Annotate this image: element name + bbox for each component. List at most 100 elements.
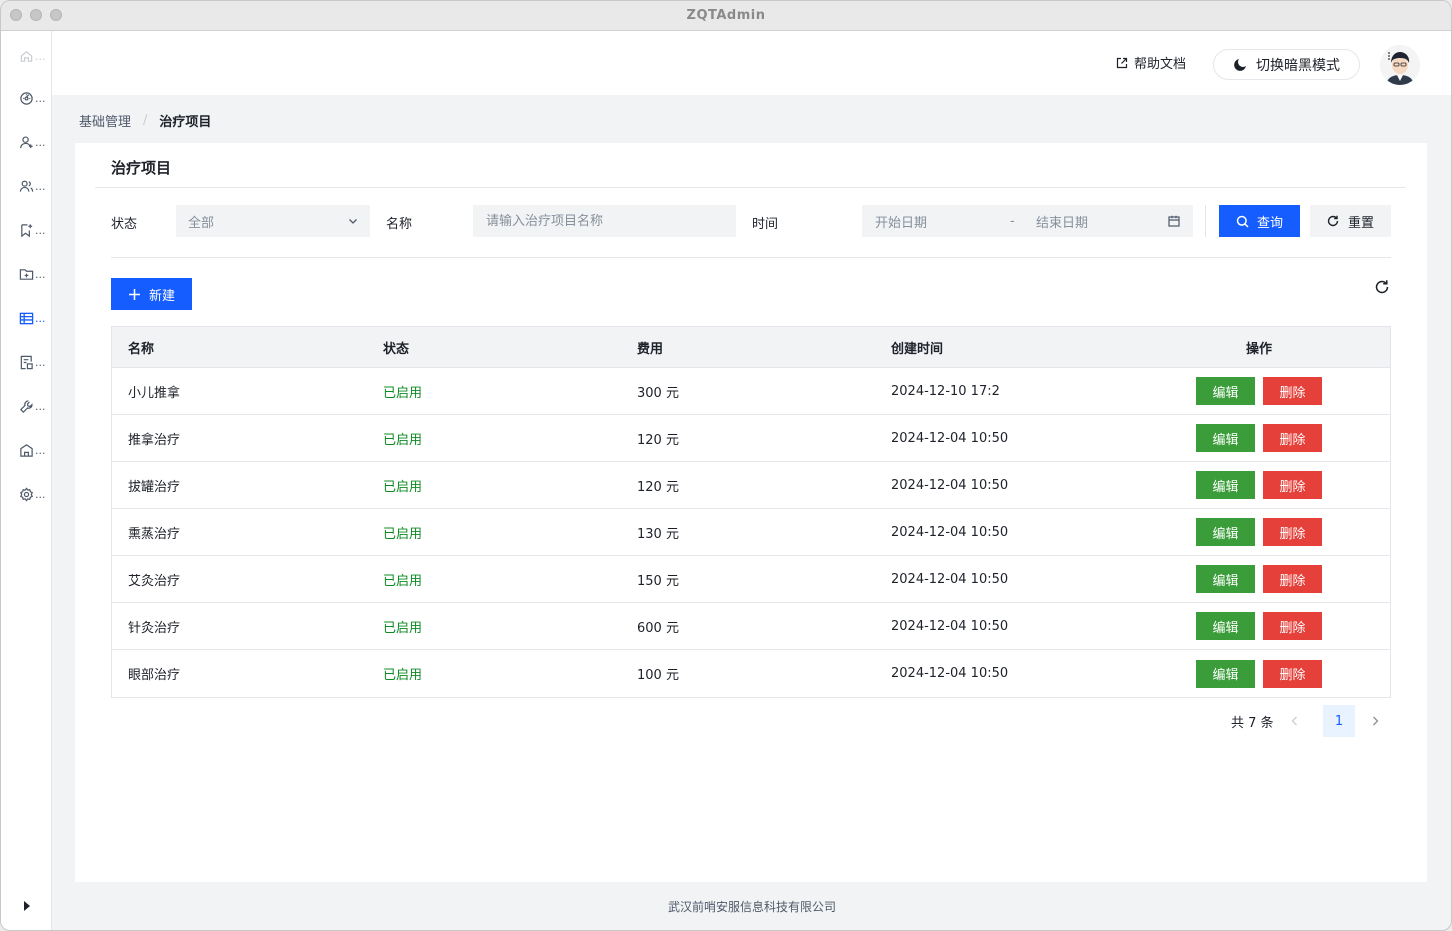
start-date-placeholder[interactable]: 开始日期: [875, 212, 927, 231]
breadcrumb-separator: /: [143, 113, 148, 128]
sidebar-item-dots: ...: [35, 179, 46, 193]
breadcrumb-parent[interactable]: 基础管理: [79, 111, 131, 130]
folder-add-icon: [19, 268, 34, 280]
table-header: 名称 状态 费用 创建时间 操作: [112, 327, 1390, 368]
column-header-created: 创建时间: [891, 341, 944, 357]
delete-button[interactable]: 删除: [1263, 612, 1322, 640]
row-name: 小儿推拿: [128, 385, 181, 401]
row-created-time: 2024-12-04 10:50: [891, 618, 1009, 634]
row-status: 已启用: [383, 573, 423, 589]
sidebar-item-dots: ...: [35, 91, 46, 105]
sidebar-item-form[interactable]: ...: [19, 352, 51, 372]
edit-button[interactable]: 编辑: [1196, 659, 1255, 688]
sidebar-item-bookmark[interactable]: ...: [19, 220, 51, 240]
row-created-time: 2024-12-04 10:50: [891, 571, 1009, 587]
pagination: 共 7 条 1: [1231, 705, 1379, 737]
sidebar-item-dots: ...: [35, 487, 46, 501]
edit-button[interactable]: 编辑: [1196, 612, 1255, 640]
row-fee: 600 元: [637, 620, 679, 636]
dark-mode-toggle-button[interactable]: 切换暗黑模式: [1213, 49, 1360, 80]
delete-button[interactable]: 删除: [1263, 471, 1322, 499]
row-fee: 100 元: [637, 668, 679, 683]
status-select[interactable]: 全部: [176, 205, 370, 237]
query-button[interactable]: 查询: [1219, 205, 1300, 237]
delete-button[interactable]: 删除: [1263, 518, 1322, 546]
sidebar-item-settings[interactable]: ...: [19, 484, 51, 504]
table-row: 针灸治疗 已启用 600 元 2024-12-04 10:50 编辑 删除: [112, 603, 1390, 650]
user-add-icon: [20, 135, 33, 148]
chevron-right-icon[interactable]: [1369, 715, 1381, 727]
sidebar-item-dots: ...: [35, 267, 46, 281]
table-row: 小儿推拿 已启用 300 元 2024-12-10 17:2 编辑 删除: [112, 368, 1390, 415]
refresh-table-icon[interactable]: [1374, 279, 1390, 295]
dashboard-icon: [20, 91, 33, 105]
chevron-left-icon[interactable]: [1289, 715, 1301, 727]
help-docs-link[interactable]: 帮助文档: [1116, 53, 1186, 72]
page-title: 治疗项目: [111, 159, 172, 177]
sidebar-item-dots: ...: [35, 223, 46, 237]
treatment-table: 名称 状态 费用 创建时间 操作 小儿推拿 已启用 300 元 2024-12-10 …: [111, 326, 1391, 698]
row-name: 推拿治疗: [128, 432, 181, 448]
sidebar-item-dots: ...: [35, 135, 46, 149]
user-avatar[interactable]: [1380, 45, 1420, 85]
name-search-input[interactable]: [473, 205, 736, 237]
delete-button[interactable]: 删除: [1263, 377, 1322, 405]
row-created-time: 2024-12-04 10:50: [891, 430, 1009, 446]
edit-button[interactable]: 编辑: [1196, 377, 1255, 405]
bookmark-add-icon: [21, 223, 33, 237]
date-range-picker[interactable]: 开始日期 - 结束日期: [862, 205, 1193, 237]
end-date-placeholder[interactable]: 结束日期: [1036, 212, 1088, 231]
new-item-button[interactable]: 新建: [111, 278, 192, 310]
delete-button[interactable]: 删除: [1263, 659, 1322, 688]
plus-icon: [128, 288, 140, 300]
refresh-icon: [1327, 215, 1339, 227]
breadcrumb: 基础管理 / 治疗项目: [79, 111, 211, 130]
row-created-time: 2024-12-04 10:50: [891, 477, 1009, 493]
edit-button[interactable]: 编辑: [1196, 518, 1255, 546]
sidebar: ... ... ... ... ... ... ... ... ... ... …: [1, 31, 52, 930]
sidebar-item-home[interactable]: ...: [19, 46, 51, 66]
search-icon: [1236, 215, 1249, 228]
row-status: 已启用: [383, 479, 423, 495]
sidebar-item-user-add[interactable]: ...: [19, 132, 51, 152]
users-icon: [19, 180, 34, 192]
form-icon: [20, 355, 33, 369]
sidebar-item-table[interactable]: ...: [19, 308, 51, 328]
sidebar-item-building[interactable]: ...: [19, 440, 51, 460]
table-row: 熏蒸治疗 已启用 130 元 2024-12-04 10:50 编辑 删除: [112, 509, 1390, 556]
time-filter-label: 时间: [752, 217, 779, 232]
table-row: 拔罐治疗 已启用 120 元 2024-12-04 10:50 编辑 删除: [112, 462, 1390, 509]
sidebar-item-users[interactable]: ...: [19, 176, 51, 196]
title-divider: [95, 187, 1406, 188]
settings-icon: [19, 486, 34, 502]
building-icon: [20, 443, 33, 457]
row-fee: 150 元: [637, 573, 679, 589]
sidebar-item-folder[interactable]: ...: [19, 264, 51, 284]
page-number-button[interactable]: 1: [1323, 705, 1355, 737]
filter-divider: [111, 257, 1391, 258]
sidebar-item-dashboard[interactable]: ...: [19, 88, 51, 108]
row-name: 眼部治疗: [128, 668, 181, 683]
help-docs-label: 帮助文档: [1134, 57, 1187, 72]
reset-button[interactable]: 重置: [1310, 205, 1391, 237]
home-icon: [20, 50, 33, 62]
row-name: 拔罐治疗: [128, 479, 181, 495]
column-header-fee: 费用: [637, 341, 664, 357]
expand-sidebar-icon[interactable]: [22, 900, 32, 912]
avatar-image: [1380, 45, 1420, 85]
sidebar-item-tool[interactable]: ...: [19, 396, 51, 416]
status-select-value: 全部: [188, 215, 215, 231]
edit-button[interactable]: 编辑: [1196, 424, 1255, 452]
row-fee: 130 元: [637, 526, 679, 542]
name-filter-label: 名称: [386, 217, 413, 232]
edit-button[interactable]: 编辑: [1196, 565, 1255, 593]
row-status: 已启用: [383, 620, 423, 636]
delete-button[interactable]: 删除: [1263, 424, 1322, 452]
dark-mode-label: 切换暗黑模式: [1256, 57, 1340, 74]
row-name: 熏蒸治疗: [128, 526, 181, 542]
table-icon: [19, 312, 34, 324]
row-status: 已启用: [383, 668, 423, 683]
sidebar-item-dots: ...: [35, 355, 46, 369]
edit-button[interactable]: 编辑: [1196, 471, 1255, 499]
delete-button[interactable]: 删除: [1263, 565, 1322, 593]
